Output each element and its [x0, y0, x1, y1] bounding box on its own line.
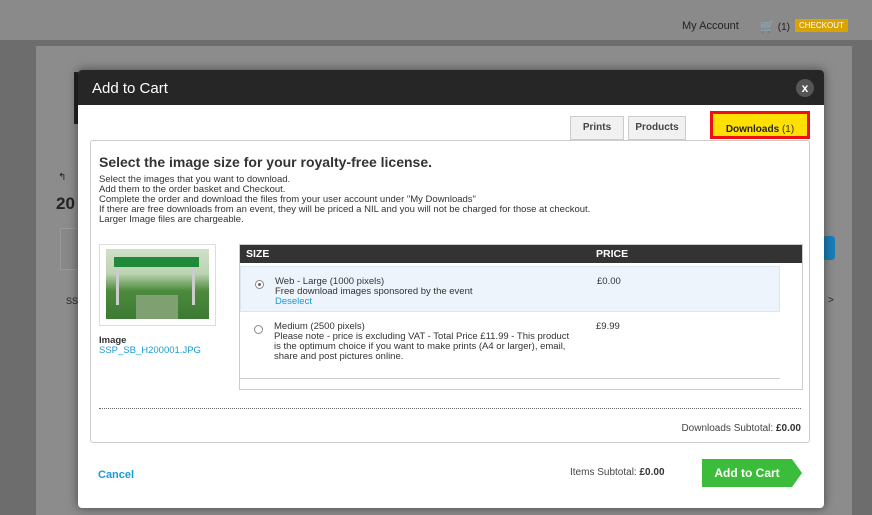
items-subtotal: Items Subtotal: £0.00 [570, 467, 665, 478]
add-to-cart-modal: Add to Cart x Prints Products Downloads … [78, 70, 824, 508]
tab-downloads-count: (1) [781, 124, 795, 135]
size-radio-medium[interactable] [254, 325, 263, 334]
header-size: SIZE [246, 248, 270, 260]
bg-next-fragment: > [828, 295, 834, 306]
add-to-cart-button[interactable]: Add to Cart [702, 459, 802, 487]
downloads-subtotal-label: Downloads Subtotal: [681, 423, 774, 434]
tab-prints[interactable]: Prints [570, 116, 624, 140]
downloads-subtotal: Downloads Subtotal: £0.00 [681, 423, 801, 434]
tab-products[interactable]: Products [628, 116, 686, 140]
arch-post-left [116, 267, 119, 305]
downloads-subtotal-value: £0.00 [775, 423, 801, 434]
row-description: Web - Large (1000 pixels) Free download … [275, 277, 575, 307]
tab-downloads[interactable]: Downloads (1) [710, 111, 810, 139]
panel-heading: Select the image size for your royalty-f… [99, 154, 433, 170]
items-subtotal-value: £0.00 [639, 467, 665, 478]
checkout-button[interactable]: CHECKOUT [795, 19, 848, 32]
cart-link[interactable]: 🛒 (1) [760, 19, 790, 33]
cart-icon: 🛒 [760, 19, 775, 33]
cart-count: (1) [777, 22, 790, 33]
cancel-button[interactable]: Cancel [98, 469, 134, 481]
table-row[interactable]: Web - Large (1000 pixels) Free download … [240, 266, 780, 312]
size-radio-web-large[interactable] [255, 280, 264, 289]
size-price-table: SIZE PRICE Web - Large (1000 pixels) Fre… [239, 244, 803, 390]
row-description: Medium (2500 pixels) Please note - price… [274, 322, 574, 362]
arrow-right-icon [792, 459, 802, 487]
header-price: PRICE [596, 248, 629, 260]
site-header: My Account 🛒 (1) CHECKOUT [0, 0, 872, 40]
row-note: Free download images sponsored by the ev… [275, 286, 473, 297]
arch-post-right [192, 267, 195, 305]
bg-blue-button [823, 236, 835, 260]
product-tabs: Prints Products Downloads (1) [560, 111, 810, 141]
table-divider [240, 378, 780, 379]
modal-title: Add to Cart [92, 80, 168, 97]
image-thumbnail [99, 244, 216, 326]
table-row[interactable]: Medium (2500 pixels) Please note - price… [240, 319, 780, 374]
thumbnail-photo [106, 249, 209, 319]
finish-arch [114, 257, 199, 267]
modal-header: Add to Cart x [78, 70, 824, 105]
grass-path [136, 295, 178, 319]
row-price: £9.99 [596, 321, 620, 332]
bg-year-fragment: 20 [56, 194, 75, 213]
table-header: SIZE PRICE [240, 245, 802, 263]
deselect-link[interactable]: Deselect [275, 297, 575, 307]
tab-downloads-label: Downloads [725, 124, 780, 135]
my-account-link[interactable]: My Account [682, 20, 739, 32]
bg-arrow: ↰ [58, 172, 67, 183]
row-note: Please note - price is excluding VAT - T… [274, 331, 570, 362]
bg-ss-fragment: SS [66, 296, 79, 306]
downloads-panel: Select the image size for your royalty-f… [90, 140, 810, 443]
intro-text: Select the images that you want to downl… [99, 175, 590, 225]
items-subtotal-label: Items Subtotal: [570, 467, 637, 478]
dotted-divider [99, 408, 801, 409]
intro-line: Larger Image files are chargeable. [99, 214, 244, 225]
add-to-cart-label[interactable]: Add to Cart [702, 459, 792, 487]
image-filename-link[interactable]: SSP_SB_H200001.JPG [99, 345, 201, 356]
row-price: £0.00 [597, 276, 621, 287]
close-icon[interactable]: x [796, 79, 814, 97]
